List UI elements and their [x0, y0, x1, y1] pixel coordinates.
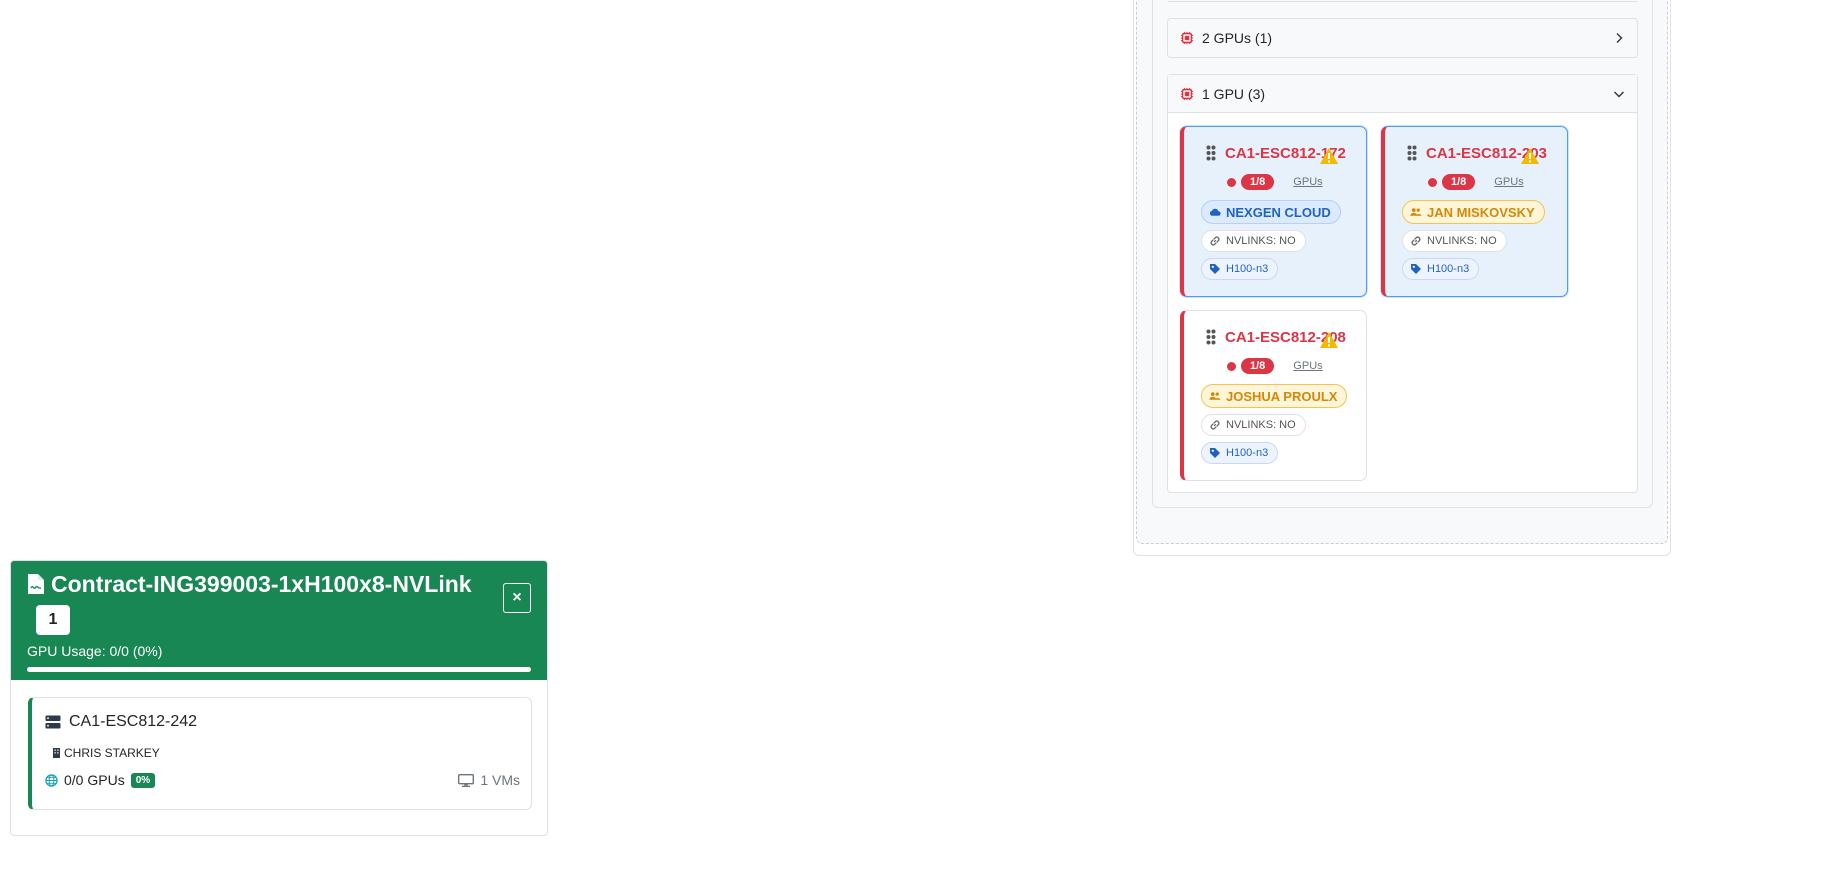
gpu-group-label: 2 GPUs (1) [1202, 30, 1273, 46]
server-owner: CHRIS STARKEY [64, 746, 160, 760]
chevron-right-icon [1616, 33, 1623, 43]
gpu-usage-badge: 1/8 [1241, 174, 1275, 190]
contract-title: Contract-ING399003-1xH100x8-NVLink [51, 570, 472, 597]
nvlinks-badge: NVLINKS: NO [1201, 230, 1306, 252]
gpu-usage-badge: 1/8 [1241, 358, 1275, 374]
owner-badge: JAN MISKOVSKY [1402, 200, 1545, 224]
warning-icon [1521, 148, 1539, 164]
tag-icon [1210, 448, 1220, 458]
building-icon [53, 748, 60, 758]
close-button[interactable]: × [503, 583, 531, 613]
gpu-group-header[interactable]: 2 GPUs (1) [1168, 19, 1637, 57]
link-icon [1210, 236, 1220, 246]
gpu-status-icon [1227, 177, 1236, 187]
node-card[interactable]: CA1-ESC812-208 1/8 GPUs JOSHUA PROULX NV… [1180, 310, 1367, 481]
globe-icon [45, 773, 58, 787]
gpu-group-2-gpus[interactable]: 2 GPUs (1) [1167, 18, 1638, 58]
owner-badge: JOSHUA PROULX [1201, 384, 1348, 408]
contract-count-badge: 1 [36, 605, 70, 635]
server-name: CA1-ESC812-242 [69, 713, 198, 730]
drag-handle-icon[interactable] [1407, 145, 1417, 161]
gpus-link[interactable]: GPUs [1293, 360, 1322, 372]
tag-badge: H100-n3 [1402, 258, 1480, 280]
drag-handle-icon[interactable] [1206, 329, 1216, 345]
users-icon [1410, 208, 1422, 216]
gpu-group-label: 1 GPU (3) [1202, 85, 1266, 102]
warning-icon [1320, 148, 1338, 164]
warning-icon [1320, 332, 1338, 348]
gpu-group-1-gpu: 1 GPU (3) CA1-ESC812-172 1/8 GPUs NEXGEN… [1167, 74, 1638, 493]
previous-group-edge [1168, 0, 1637, 2]
users-icon [1209, 392, 1221, 400]
contract-panel: Contract-ING399003-1xH100x8-NVLink 1 × G… [10, 560, 548, 836]
node-card[interactable]: CA1-ESC812-203 1/8 GPUs JAN MISKOVSKY NV… [1381, 126, 1568, 297]
monitor-icon [458, 773, 475, 787]
gpus-link[interactable]: GPUs [1494, 176, 1523, 188]
tag-badge: H100-n3 [1201, 258, 1279, 280]
tag-badge: H100-n3 [1201, 442, 1279, 464]
tag-icon [1411, 264, 1421, 274]
server-gpus: 0/0 GPUs [64, 772, 125, 788]
gpu-status-icon [1227, 361, 1236, 371]
gpus-link[interactable]: GPUs [1293, 176, 1322, 188]
gpu-status-icon [1428, 177, 1437, 187]
node-card[interactable]: CA1-ESC812-172 1/8 GPUs NEXGEN CLOUD NVL… [1180, 126, 1367, 297]
drag-handle-icon[interactable] [1206, 145, 1216, 161]
tag-icon [1210, 264, 1220, 274]
cloud-icon [1209, 208, 1221, 216]
chip-icon [1180, 31, 1194, 45]
chevron-down-icon [1614, 91, 1624, 97]
owner-badge: NEXGEN CLOUD [1201, 200, 1341, 224]
gpu-group-header[interactable]: 1 GPU (3) [1168, 75, 1637, 113]
gpu-usage-text: GPU Usage: 0/0 (0%) [27, 643, 163, 659]
contract-header: Contract-ING399003-1xH100x8-NVLink 1 × G… [11, 561, 547, 680]
gpu-percent-badge: 0% [130, 772, 156, 788]
link-icon [1411, 236, 1421, 246]
server-card[interactable]: CA1-ESC812-242 CHRIS STARKEY 0/0 GPUs 0%… [28, 697, 532, 810]
link-icon [1210, 420, 1220, 430]
nvlinks-badge: NVLINKS: NO [1201, 414, 1306, 436]
gpu-usage-badge: 1/8 [1442, 174, 1476, 190]
contract-file-icon [28, 574, 44, 594]
gpu-usage-progress [27, 667, 531, 672]
nvlinks-badge: NVLINKS: NO [1402, 230, 1507, 252]
server-icon [45, 715, 61, 729]
chip-icon [1180, 87, 1194, 100]
server-vms: 1 VMs [480, 772, 520, 788]
